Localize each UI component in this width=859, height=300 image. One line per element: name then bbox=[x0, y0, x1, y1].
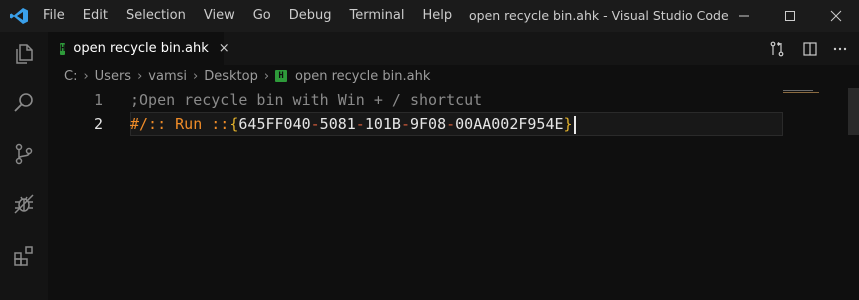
minimize-icon bbox=[739, 15, 749, 17]
tab-open-recycle-bin[interactable]: H open recycle bin.ahk × bbox=[48, 32, 230, 65]
guid-token: A bbox=[482, 115, 492, 133]
close-window-button[interactable] bbox=[813, 0, 859, 32]
brace-token: } bbox=[563, 115, 573, 133]
guid-token: 1 bbox=[346, 115, 356, 133]
maximize-button[interactable] bbox=[767, 0, 813, 32]
files-icon[interactable] bbox=[12, 42, 36, 66]
more-actions-button[interactable] bbox=[830, 32, 850, 65]
code-text[interactable]: #/:: Run ::{645FF040-5081-101B-9F08-00AA… bbox=[130, 112, 576, 136]
chevron-right-icon: › bbox=[263, 68, 270, 84]
guid-token: 0 bbox=[491, 115, 501, 133]
guid-token: A bbox=[473, 115, 483, 133]
close-icon bbox=[830, 10, 842, 22]
hyphen-token: - bbox=[310, 115, 320, 133]
line-number: 1 bbox=[93, 91, 103, 109]
ahk-file-icon: H bbox=[275, 70, 288, 82]
menu-file[interactable]: File bbox=[34, 0, 74, 32]
compare-changes-icon bbox=[770, 41, 784, 56]
guid-token: 0 bbox=[301, 115, 311, 133]
guid-token: F bbox=[265, 115, 275, 133]
guid-token: 0 bbox=[328, 115, 338, 133]
breadcrumb: C: › Users › vamsi › Desktop › H open re… bbox=[64, 66, 430, 86]
guid-token: 8 bbox=[437, 115, 447, 133]
compare-changes-button[interactable] bbox=[767, 32, 787, 65]
guid-token: 2 bbox=[509, 115, 519, 133]
hyphen-token: - bbox=[400, 115, 410, 133]
ahk-file-icon: H bbox=[60, 42, 66, 55]
minimize-button[interactable] bbox=[721, 0, 767, 32]
breadcrumb-file-label: open recycle bin.ahk bbox=[295, 68, 431, 84]
chevron-right-icon: › bbox=[137, 68, 143, 84]
code-text[interactable]: ;Open recycle bin with Win + / shortcut bbox=[130, 88, 482, 112]
menu-go[interactable]: Go bbox=[244, 0, 280, 32]
guid-token: 0 bbox=[464, 115, 474, 133]
guid-token: 0 bbox=[373, 115, 383, 133]
breadcrumb-vamsi[interactable]: vamsi bbox=[148, 69, 187, 84]
minimap[interactable] bbox=[783, 90, 831, 94]
breadcrumb-desktop[interactable]: Desktop bbox=[204, 69, 258, 84]
breadcrumb-file[interactable]: H open recycle bin.ahk bbox=[275, 69, 430, 84]
guid-token: 0 bbox=[428, 115, 438, 133]
code-line[interactable]: 1 ;Open recycle bin with Win + / shortcu… bbox=[48, 88, 808, 112]
menu-view[interactable]: View bbox=[195, 0, 244, 32]
guid-token: 0 bbox=[283, 115, 293, 133]
menu-bar: File Edit Selection View Go Debug Termin… bbox=[34, 0, 461, 32]
menu-selection[interactable]: Selection bbox=[117, 0, 195, 32]
tab-label: open recycle bin.ahk bbox=[73, 41, 209, 56]
close-icon[interactable]: × bbox=[219, 41, 230, 56]
guid-token: 8 bbox=[337, 115, 347, 133]
guid-token: 4 bbox=[292, 115, 302, 133]
guid-token: B bbox=[391, 115, 401, 133]
vertical-scrollbar[interactable] bbox=[848, 88, 859, 135]
guid-token: 0 bbox=[455, 115, 465, 133]
line-number: 2 bbox=[93, 115, 103, 133]
activity-bar bbox=[0, 32, 48, 300]
guid-token: E bbox=[554, 115, 564, 133]
comment-token: ;Open recycle bin with Win + / shortcut bbox=[130, 91, 483, 109]
text-cursor bbox=[573, 115, 576, 134]
source-control-icon[interactable] bbox=[12, 142, 36, 166]
search-icon[interactable] bbox=[12, 90, 36, 114]
hotkey-token: #/:: Run :: bbox=[130, 115, 230, 133]
guid-token: 5 bbox=[319, 115, 329, 133]
title-bar: File Edit Selection View Go Debug Termin… bbox=[0, 0, 859, 32]
guid-token: 9 bbox=[409, 115, 419, 133]
vscode-logo-icon bbox=[10, 8, 28, 24]
menu-terminal[interactable]: Terminal bbox=[341, 0, 414, 32]
more-actions-icon bbox=[833, 47, 847, 50]
window-title: open recycle bin.ahk - Visual Studio Cod… bbox=[469, 8, 729, 23]
split-editor-button[interactable] bbox=[800, 32, 820, 65]
guid-token: F bbox=[419, 115, 429, 133]
breadcrumb-users[interactable]: Users bbox=[95, 69, 131, 84]
guid-token: 1 bbox=[382, 115, 392, 133]
guid-token: F bbox=[274, 115, 284, 133]
hyphen-token: - bbox=[355, 115, 365, 133]
menu-edit[interactable]: Edit bbox=[74, 0, 117, 32]
chevron-right-icon: › bbox=[193, 68, 199, 84]
breadcrumb-drive[interactable]: C: bbox=[64, 69, 77, 84]
hyphen-token: - bbox=[446, 115, 456, 133]
debug-icon[interactable] bbox=[12, 192, 36, 216]
menu-debug[interactable]: Debug bbox=[280, 0, 341, 32]
chevron-right-icon: › bbox=[83, 68, 89, 84]
guid-token: 0 bbox=[500, 115, 510, 133]
maximize-icon bbox=[785, 11, 795, 21]
guid-token: 1 bbox=[364, 115, 374, 133]
split-editor-icon bbox=[803, 41, 817, 56]
code-line[interactable]: 2 #/:: Run ::{645FF040-5081-101B-9F08-00… bbox=[48, 112, 808, 136]
extensions-icon[interactable] bbox=[12, 244, 36, 268]
menu-help[interactable]: Help bbox=[413, 0, 461, 32]
